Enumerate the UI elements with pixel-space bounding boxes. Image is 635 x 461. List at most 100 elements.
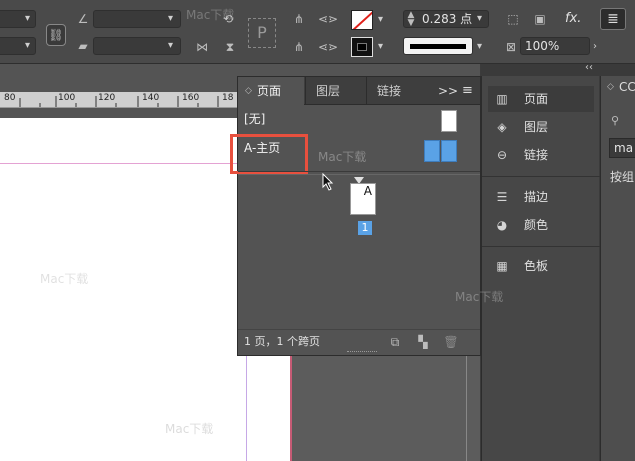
dock-item-label: 色板 [524,259,549,273]
dock-item-label: 图层 [524,120,549,134]
collapse-dock-icon[interactable]: ‹‹ [585,62,593,73]
chevron-down-icon[interactable]: ▾ [378,11,383,29]
tab-label: 页面 [257,84,282,98]
panel-dock: ▥ 页面 ◈ 图层 ⊖ 链接 ☰ 描边 ◕ 颜色 ▦ 色板 [481,76,600,461]
cc-search-value: ma [614,141,634,155]
tab-pages[interactable]: ◇ 页面 [238,77,304,105]
page-thumbnail-1[interactable]: A [350,177,380,217]
expand-panel-icon[interactable]: >> [438,77,458,105]
dock-item-label: 链接 [524,148,549,162]
tab-label: 链接 [377,84,402,98]
chevron-right-icon[interactable]: › [593,38,597,56]
cc-group-label: 按组 [610,170,635,184]
dock-item-label: 页面 [524,92,549,106]
rotate-angle-icon: ∠ [77,12,89,26]
dock-item-layers[interactable]: ◈ 图层 [488,114,594,140]
watermark-text: Mac下载 [186,8,235,22]
page-thumb-body: A [350,183,376,215]
layers-icon: ◈ [497,120,507,134]
none-slash-icon [352,11,372,29]
cc-search-input[interactable]: ma [609,138,635,158]
chevron-down-icon[interactable]: ▾ [378,38,383,56]
stroke-type-select[interactable] [403,37,473,55]
dock-item-swatches[interactable]: ▦ 色板 [488,253,594,279]
chevron-down-icon[interactable]: ▾ [25,10,30,28]
opacity-field[interactable]: 100% [520,37,590,55]
dock-item-color[interactable]: ◕ 颜色 [488,212,594,238]
watermark-text: Mac下载 [40,272,89,286]
flip-vertical-icon[interactable]: ⧗ [220,39,240,55]
chevron-down-icon[interactable]: ▾ [168,37,173,55]
select-content-icon[interactable]: ⋔ [290,39,308,55]
color-palette-icon: ◕ [496,218,508,232]
dock-separator [482,246,600,247]
delete-page-icon[interactable]: 🗑 [442,334,460,350]
shear-icon: ▰ [78,39,88,53]
dock-item-links[interactable]: ⊖ 链接 [488,142,594,168]
chevron-down-icon[interactable]: ▾ [25,37,30,55]
stepper-icon[interactable]: ▲ ▼ [405,11,417,28]
mouse-cursor-icon [322,173,334,191]
x-position-field[interactable] [0,10,36,28]
cc-panel-title: CC [619,80,635,94]
dock-header: ‹‹ [481,62,635,76]
chevron-down-icon[interactable]: ▾ [477,10,482,28]
select-next-object-icon[interactable]: ⋖⋗ [318,39,338,55]
watermark-text: Mac下载 [318,150,367,164]
tab-collapse-icon[interactable]: ◇ [245,77,252,105]
cc-libraries-panel: ◇ CC ⚲ ma 按组 [600,76,635,461]
search-icon: ⚲ [611,114,620,127]
page-count-status: 1 页，1 个跨页 [244,335,320,348]
drop-shadow-icon[interactable]: ▣ [532,11,548,27]
pages-icon: ▥ [496,92,508,106]
none-master-row[interactable]: [无] [238,105,480,137]
tab-links[interactable]: 链接 [366,77,426,105]
reference-point-icon[interactable]: P [248,18,276,48]
hamburger-icon[interactable]: ≡ [462,77,473,105]
select-container-icon[interactable]: ⋔ [290,11,308,27]
constrain-proportions-button[interactable]: ⛓ [46,24,66,46]
tab-label: 图层 [316,84,341,98]
page-number-badge[interactable]: 1 [358,221,372,235]
fill-none-swatch[interactable] [351,10,373,30]
none-master-label: [无] [244,112,266,126]
new-page-icon[interactable]: ▚ [414,334,432,350]
flip-horizontal-icon[interactable]: ⋈ [192,39,212,55]
swatches-icon: ▦ [496,259,508,273]
dock-item-label: 描边 [524,190,549,204]
none-master-thumbnail[interactable] [441,110,457,132]
effects-button[interactable]: fx. [565,10,581,28]
page-edge [466,356,467,461]
dock-separator [482,176,600,177]
panel-collapse-icon[interactable]: ◇ [607,82,614,92]
watermark-text: Mac下载 [165,422,214,436]
chevron-down-icon[interactable]: ▾ [477,38,482,56]
resize-grip[interactable] [347,351,377,355]
watermark-text: Mac下载 [455,290,504,304]
opacity-icon: ⊠ [505,40,517,54]
stroke-black-swatch[interactable] [351,37,373,57]
link-chain-icon: ⛓ [48,28,64,42]
stroke-weight-value: 0.283 点 [422,12,473,26]
stroke-icon: ☰ [496,190,508,204]
pages-panel: ◇ 页面 图层 链接 >> ≡ [无] A-主页 A 1 1 页，1 个跨页 ⧉… [230,76,481,356]
tab-layers[interactable]: 图层 [305,77,365,105]
select-previous-object-icon[interactable]: ⋖⋗ [318,11,338,27]
dock-item-pages[interactable]: ▥ 页面 [488,86,594,112]
dock-item-stroke[interactable]: ☰ 描边 [488,184,594,210]
y-position-field[interactable] [0,37,36,55]
chevron-down-icon[interactable]: ▾ [168,10,173,28]
section-divider[interactable] [238,171,480,175]
panel-menu-icon[interactable]: ≣ [600,8,626,30]
page-master-letter: A [363,184,372,198]
a-master-right-thumbnail[interactable] [441,140,457,162]
highlight-box [230,134,308,174]
horizontal-ruler: 80 100 120 140 160 18 [0,92,240,108]
links-icon: ⊖ [496,148,508,162]
pasteboard [290,356,480,461]
ruler-ticks [19,96,219,107]
bleed-guide [290,356,292,461]
frame-fitting-icon[interactable]: ⬚ [505,11,521,27]
page-size-icon[interactable]: ⧉ [386,334,404,350]
a-master-left-thumbnail[interactable] [424,140,440,162]
